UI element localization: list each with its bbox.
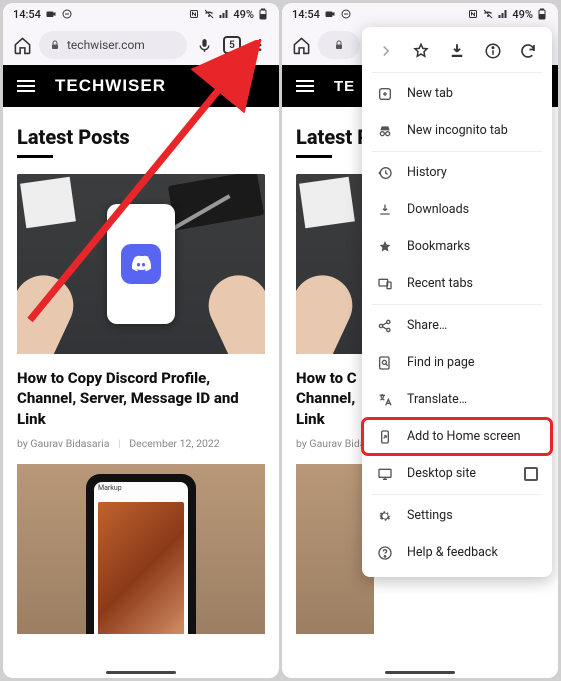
reload-button[interactable] bbox=[519, 41, 538, 60]
monitor-icon bbox=[376, 465, 393, 482]
menu-label: New incognito tab bbox=[407, 123, 508, 138]
mic-button[interactable] bbox=[193, 34, 215, 56]
home-button[interactable] bbox=[290, 34, 312, 56]
overflow-menu: New tab New incognito tab History Downlo… bbox=[362, 27, 552, 577]
menu-item-bookmarks[interactable]: Bookmarks bbox=[362, 228, 552, 265]
home-indicator[interactable] bbox=[385, 671, 455, 674]
lock-icon bbox=[333, 39, 345, 51]
post2-thumbnail[interactable]: Markup bbox=[17, 464, 265, 634]
menu-item-translate[interactable]: Translate… bbox=[362, 381, 552, 418]
status-camera-icon bbox=[45, 8, 57, 20]
menu-label: Desktop site bbox=[407, 466, 476, 481]
status-minus-icon bbox=[61, 8, 73, 20]
status-battery-icon bbox=[257, 8, 269, 20]
menu-top-row bbox=[362, 33, 552, 70]
status-time: 14:54 bbox=[292, 8, 320, 21]
menu-item-help[interactable]: Help & feedback bbox=[362, 534, 552, 571]
status-nfc-icon bbox=[188, 8, 200, 20]
status-signal-icon bbox=[218, 8, 230, 20]
bookmark-star-button[interactable] bbox=[412, 41, 431, 60]
markup-app-label: Markup bbox=[94, 482, 188, 498]
post-thumbnail[interactable] bbox=[17, 174, 265, 354]
status-signal-icon bbox=[497, 8, 509, 20]
page-content: Latest Posts How to Copy Discord Profile… bbox=[3, 107, 279, 678]
heading-underline bbox=[17, 155, 53, 158]
menu-label: Translate… bbox=[407, 392, 467, 407]
menu-label: Settings bbox=[407, 508, 453, 523]
status-battery-text: 49% bbox=[233, 8, 254, 21]
tab-switcher-button[interactable]: 5 bbox=[221, 34, 243, 56]
menu-label: Downloads bbox=[407, 202, 469, 217]
help-icon bbox=[376, 544, 393, 561]
phone-right: 14:54 49% TE Latest P How to C Chann bbox=[282, 3, 558, 678]
menu-item-incognito[interactable]: New incognito tab bbox=[362, 112, 552, 149]
more-vert-icon bbox=[252, 37, 268, 53]
menu-item-recent-tabs[interactable]: Recent tabs bbox=[362, 265, 552, 302]
plus-box-icon bbox=[376, 85, 393, 102]
desktop-site-checkbox[interactable] bbox=[524, 467, 538, 481]
status-camera-icon bbox=[324, 8, 336, 20]
status-wifi-off-icon bbox=[203, 8, 215, 20]
share-icon bbox=[376, 317, 393, 334]
site-logo[interactable]: TE bbox=[334, 78, 355, 95]
browser-toolbar: techwiser.com 5 bbox=[3, 25, 279, 65]
menu-label: History bbox=[407, 165, 447, 180]
site-header: TECHWISER bbox=[3, 65, 279, 107]
site-logo[interactable]: TECHWISER bbox=[55, 76, 166, 96]
lock-icon bbox=[49, 39, 61, 51]
menu-label: Share… bbox=[407, 318, 447, 333]
status-wifi-off-icon bbox=[482, 8, 494, 20]
status-time: 14:54 bbox=[13, 8, 41, 21]
menu-item-downloads[interactable]: Downloads bbox=[362, 191, 552, 228]
status-minus-icon bbox=[340, 8, 352, 20]
menu-label: Find in page bbox=[407, 355, 475, 370]
menu-item-settings[interactable]: Settings bbox=[362, 497, 552, 534]
gear-icon bbox=[376, 507, 393, 524]
forward-button[interactable] bbox=[376, 41, 395, 60]
menu-label: Bookmarks bbox=[407, 239, 470, 254]
post-author[interactable]: Gaurav Bidasaria bbox=[30, 437, 109, 450]
status-battery-text: 49% bbox=[512, 8, 533, 21]
menu-item-find[interactable]: Find in page bbox=[362, 344, 552, 381]
menu-item-new-tab[interactable]: New tab bbox=[362, 75, 552, 112]
site-menu-button[interactable] bbox=[296, 80, 314, 92]
menu-label: Help & feedback bbox=[407, 545, 498, 560]
status-bar: 14:54 49% bbox=[282, 3, 558, 25]
status-bar: 14:54 49% bbox=[3, 3, 279, 25]
star-fill-icon bbox=[376, 238, 393, 255]
menu-item-history[interactable]: History bbox=[362, 154, 552, 191]
status-nfc-icon bbox=[467, 8, 479, 20]
home-indicator[interactable] bbox=[106, 671, 176, 674]
find-icon bbox=[376, 354, 393, 371]
menu-item-add-to-home[interactable]: Add to Home screen bbox=[362, 418, 552, 455]
menu-label: New tab bbox=[407, 86, 453, 101]
address-bar[interactable]: techwiser.com bbox=[39, 31, 187, 59]
add-home-icon bbox=[376, 428, 393, 445]
tab-count: 5 bbox=[229, 40, 235, 51]
page-info-button[interactable] bbox=[483, 41, 502, 60]
phone-left: 14:54 49% techwiser.com 5 bbox=[3, 3, 279, 678]
url-text: techwiser.com bbox=[67, 38, 145, 52]
menu-item-desktop-site[interactable]: Desktop site bbox=[362, 455, 552, 492]
overflow-menu-button[interactable] bbox=[249, 34, 271, 56]
post-meta: by Gaurav Bidasaria | December 12, 2022 bbox=[17, 437, 265, 450]
incognito-icon bbox=[376, 122, 393, 139]
site-menu-button[interactable] bbox=[17, 80, 35, 92]
menu-label: Add to Home screen bbox=[407, 429, 521, 444]
post-date: December 12, 2022 bbox=[129, 437, 219, 450]
heading-underline bbox=[296, 155, 332, 158]
post-title[interactable]: How to Copy Discord Profile, Channel, Se… bbox=[17, 368, 265, 429]
address-bar[interactable] bbox=[318, 31, 360, 59]
menu-item-share[interactable]: Share… bbox=[362, 307, 552, 344]
translate-icon bbox=[376, 391, 393, 408]
home-button[interactable] bbox=[11, 34, 33, 56]
download-list-icon bbox=[376, 201, 393, 218]
menu-label: Recent tabs bbox=[407, 276, 473, 291]
discord-icon bbox=[121, 244, 161, 284]
download-button[interactable] bbox=[447, 41, 466, 60]
status-battery-icon bbox=[536, 8, 548, 20]
history-icon bbox=[376, 164, 393, 181]
devices-icon bbox=[376, 275, 393, 292]
section-heading: Latest Posts bbox=[17, 125, 265, 149]
